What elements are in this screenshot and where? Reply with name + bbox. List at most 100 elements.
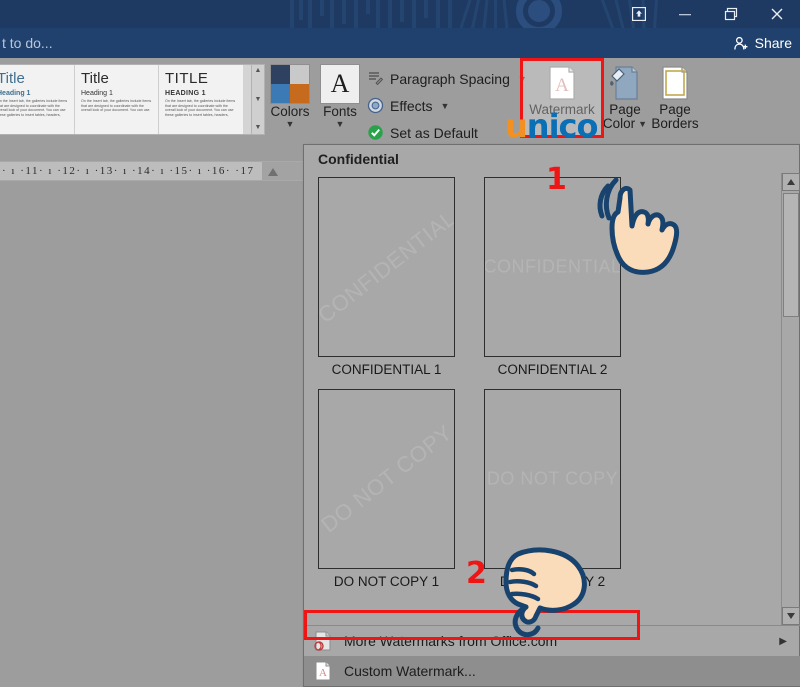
scroll-down-arrow-icon[interactable] (782, 607, 800, 625)
gallery-scrollbar-thumb[interactable] (783, 193, 799, 317)
title-bar (0, 0, 800, 28)
watermark-thumbnail[interactable]: DO NOT COPY (318, 389, 455, 569)
watermark-gallery-item[interactable]: CONFIDENTIAL CONFIDENTIAL 2 (484, 177, 621, 389)
colors-button[interactable]: Colors ▼ (270, 64, 310, 128)
set-as-default-label: Set as Default (390, 125, 478, 141)
share-button[interactable]: Share (733, 28, 792, 58)
watermark-item-label: DO NOT COPY 1 (318, 569, 455, 601)
restore-down-icon[interactable] (708, 0, 754, 28)
page-color-icon (608, 65, 642, 101)
paragraph-spacing-icon (367, 70, 384, 87)
unico-logo: unico (505, 110, 597, 142)
tell-me-text: t to do... (2, 35, 53, 51)
theme-card[interactable]: Title Heading 1 On the Insert tab, the g… (75, 65, 159, 134)
watermark-preview-text: DO NOT COPY (487, 469, 618, 490)
menu-item-label: More Watermarks from Office.com (344, 633, 557, 649)
watermark-item-label: CONFIDENTIAL 2 (484, 357, 621, 389)
decorative-pattern-dot (528, 0, 550, 22)
watermark-menu-list: More Watermarks from Office.com ▶ A Cust… (304, 626, 800, 687)
paragraph-spacing-button[interactable]: Paragraph Spacing ▼ (367, 70, 527, 87)
search-share-row: t to do... Share (0, 28, 800, 58)
window-controls (616, 0, 800, 28)
watermark-thumbnail[interactable]: DO NOT COPY (484, 389, 621, 569)
paragraph-spacing-label: Paragraph Spacing (390, 71, 510, 87)
theme-card-title: TITLE (165, 70, 237, 87)
menu-item-custom-watermark[interactable]: A Custom Watermark... (304, 656, 800, 686)
scroll-up-arrow-icon[interactable] (782, 173, 800, 191)
scroll-down-icon[interactable]: ▼ (255, 96, 262, 104)
watermark-gallery-item[interactable]: DO NOT COPY DO NOT COPY 1 (318, 389, 455, 601)
chevron-down-icon[interactable]: ▼ (441, 102, 450, 110)
share-person-icon (733, 35, 750, 52)
menu-item-label: Custom Watermark... (344, 663, 476, 679)
step-marker-2: 2 (466, 556, 487, 591)
horizontal-ruler[interactable]: · ı ·11· ı ·12· ı ·13· ı ·14· ı ·15· ı ·… (0, 161, 330, 181)
theme-card-heading: HEADING 1 (165, 90, 237, 97)
colors-swatch-icon (270, 64, 310, 104)
ruler-indent-marker[interactable] (268, 168, 278, 176)
watermark-preview-text: CONFIDENTIAL (318, 205, 455, 329)
page-borders-button[interactable]: Page Borders (645, 65, 705, 131)
gallery-scrollbar[interactable] (781, 173, 799, 625)
close-icon[interactable] (754, 0, 800, 28)
theme-card-body: On the Insert tab, the galleries include… (81, 99, 152, 113)
watermark-preview-text: DO NOT COPY (318, 420, 455, 538)
theme-card[interactable]: Title Heading 1 On the Insert tab, the g… (0, 65, 75, 134)
watermark-thumbnail[interactable]: CONFIDENTIAL (318, 177, 455, 357)
submenu-arrow-icon: ▶ (779, 636, 787, 647)
colors-label: Colors (270, 104, 309, 119)
fonts-letter: A (331, 69, 350, 99)
watermark-thumbnail[interactable]: CONFIDENTIAL (484, 177, 621, 357)
theme-card[interactable]: TITLE HEADING 1 On the Insert tab, the g… (159, 65, 243, 134)
watermark-gallery: CONFIDENTIAL CONFIDENTIAL 1 CONFIDENTIAL… (304, 173, 782, 625)
step-marker-1: 1 (546, 162, 567, 197)
more-watermarks-icon (312, 630, 334, 652)
watermark-gallery-item[interactable]: DO NOT COPY DO NOT COPY 2 (484, 389, 621, 601)
step-marker-1-label: 1 (546, 162, 567, 197)
minimize-icon[interactable] (662, 0, 708, 28)
theme-card-body: On the Insert tab, the galleries include… (165, 99, 237, 117)
custom-watermark-icon: A (312, 660, 334, 682)
menu-item-more-watermarks[interactable]: More Watermarks from Office.com ▶ (304, 626, 800, 656)
theme-gallery-scrollbar[interactable]: ▲ ▼ ▼ (251, 64, 265, 135)
svg-text:A: A (555, 75, 569, 96)
ruler-ticks: · ı ·11· ı ·12· ı ·13· ı ·14· ı ·15· ı ·… (2, 165, 254, 177)
theme-card-title: Title (0, 70, 68, 87)
scroll-more-icon[interactable]: ▼ (255, 124, 262, 132)
fonts-button[interactable]: A Fonts ▼ (320, 64, 360, 128)
theme-card-heading: Heading 1 (0, 90, 68, 97)
decorative-pattern-fan (460, 0, 520, 28)
set-as-default-button[interactable]: Set as Default (367, 124, 478, 141)
watermark-icon: A (545, 65, 579, 101)
theme-card-heading: Heading 1 (81, 90, 152, 97)
unico-logo-u: u (505, 107, 527, 145)
chevron-down-icon[interactable]: ▼ (336, 120, 345, 128)
ribbon-display-options-icon[interactable] (616, 0, 662, 28)
tell-me-search[interactable]: t to do... (0, 28, 53, 58)
watermark-gallery-item[interactable]: CONFIDENTIAL CONFIDENTIAL 1 (318, 177, 455, 389)
theme-gallery[interactable]: Title Heading 1 On the Insert tab, the g… (0, 64, 252, 135)
theme-card-title: Title (81, 70, 152, 87)
share-label: Share (755, 35, 792, 51)
document-canvas[interactable] (0, 181, 330, 687)
effects-icon (367, 97, 384, 114)
page-color-label-line2: Color (603, 117, 635, 131)
chevron-down-icon[interactable]: ▼ (518, 75, 527, 83)
page-color-label-line1: Page (609, 103, 641, 117)
watermark-item-label: CONFIDENTIAL 1 (318, 357, 455, 389)
theme-card-body: On the Insert tab, the galleries include… (0, 99, 68, 117)
scroll-up-icon[interactable]: ▲ (255, 67, 262, 75)
page-borders-icon (658, 65, 692, 101)
step-marker-2-label: 2 (466, 556, 487, 591)
page-borders-label-line1: Page (659, 103, 691, 117)
chevron-down-icon[interactable]: ▼ (286, 120, 295, 128)
check-circle-icon (367, 124, 384, 141)
watermark-dropdown-menu: Confidential CONFIDENTIAL CONFIDENTIAL 1… (303, 144, 800, 687)
gallery-section-header-label: Confidential (318, 151, 399, 167)
ribbon-bar: Title Heading 1 On the Insert tab, the g… (0, 58, 800, 151)
effects-button[interactable]: Effects ▼ (367, 97, 449, 114)
fonts-label: Fonts (323, 104, 357, 119)
word-watermark-screen: t to do... Share Title Heading 1 On the … (0, 0, 800, 687)
effects-label: Effects (390, 98, 433, 114)
fonts-glyph-icon: A (320, 64, 360, 104)
